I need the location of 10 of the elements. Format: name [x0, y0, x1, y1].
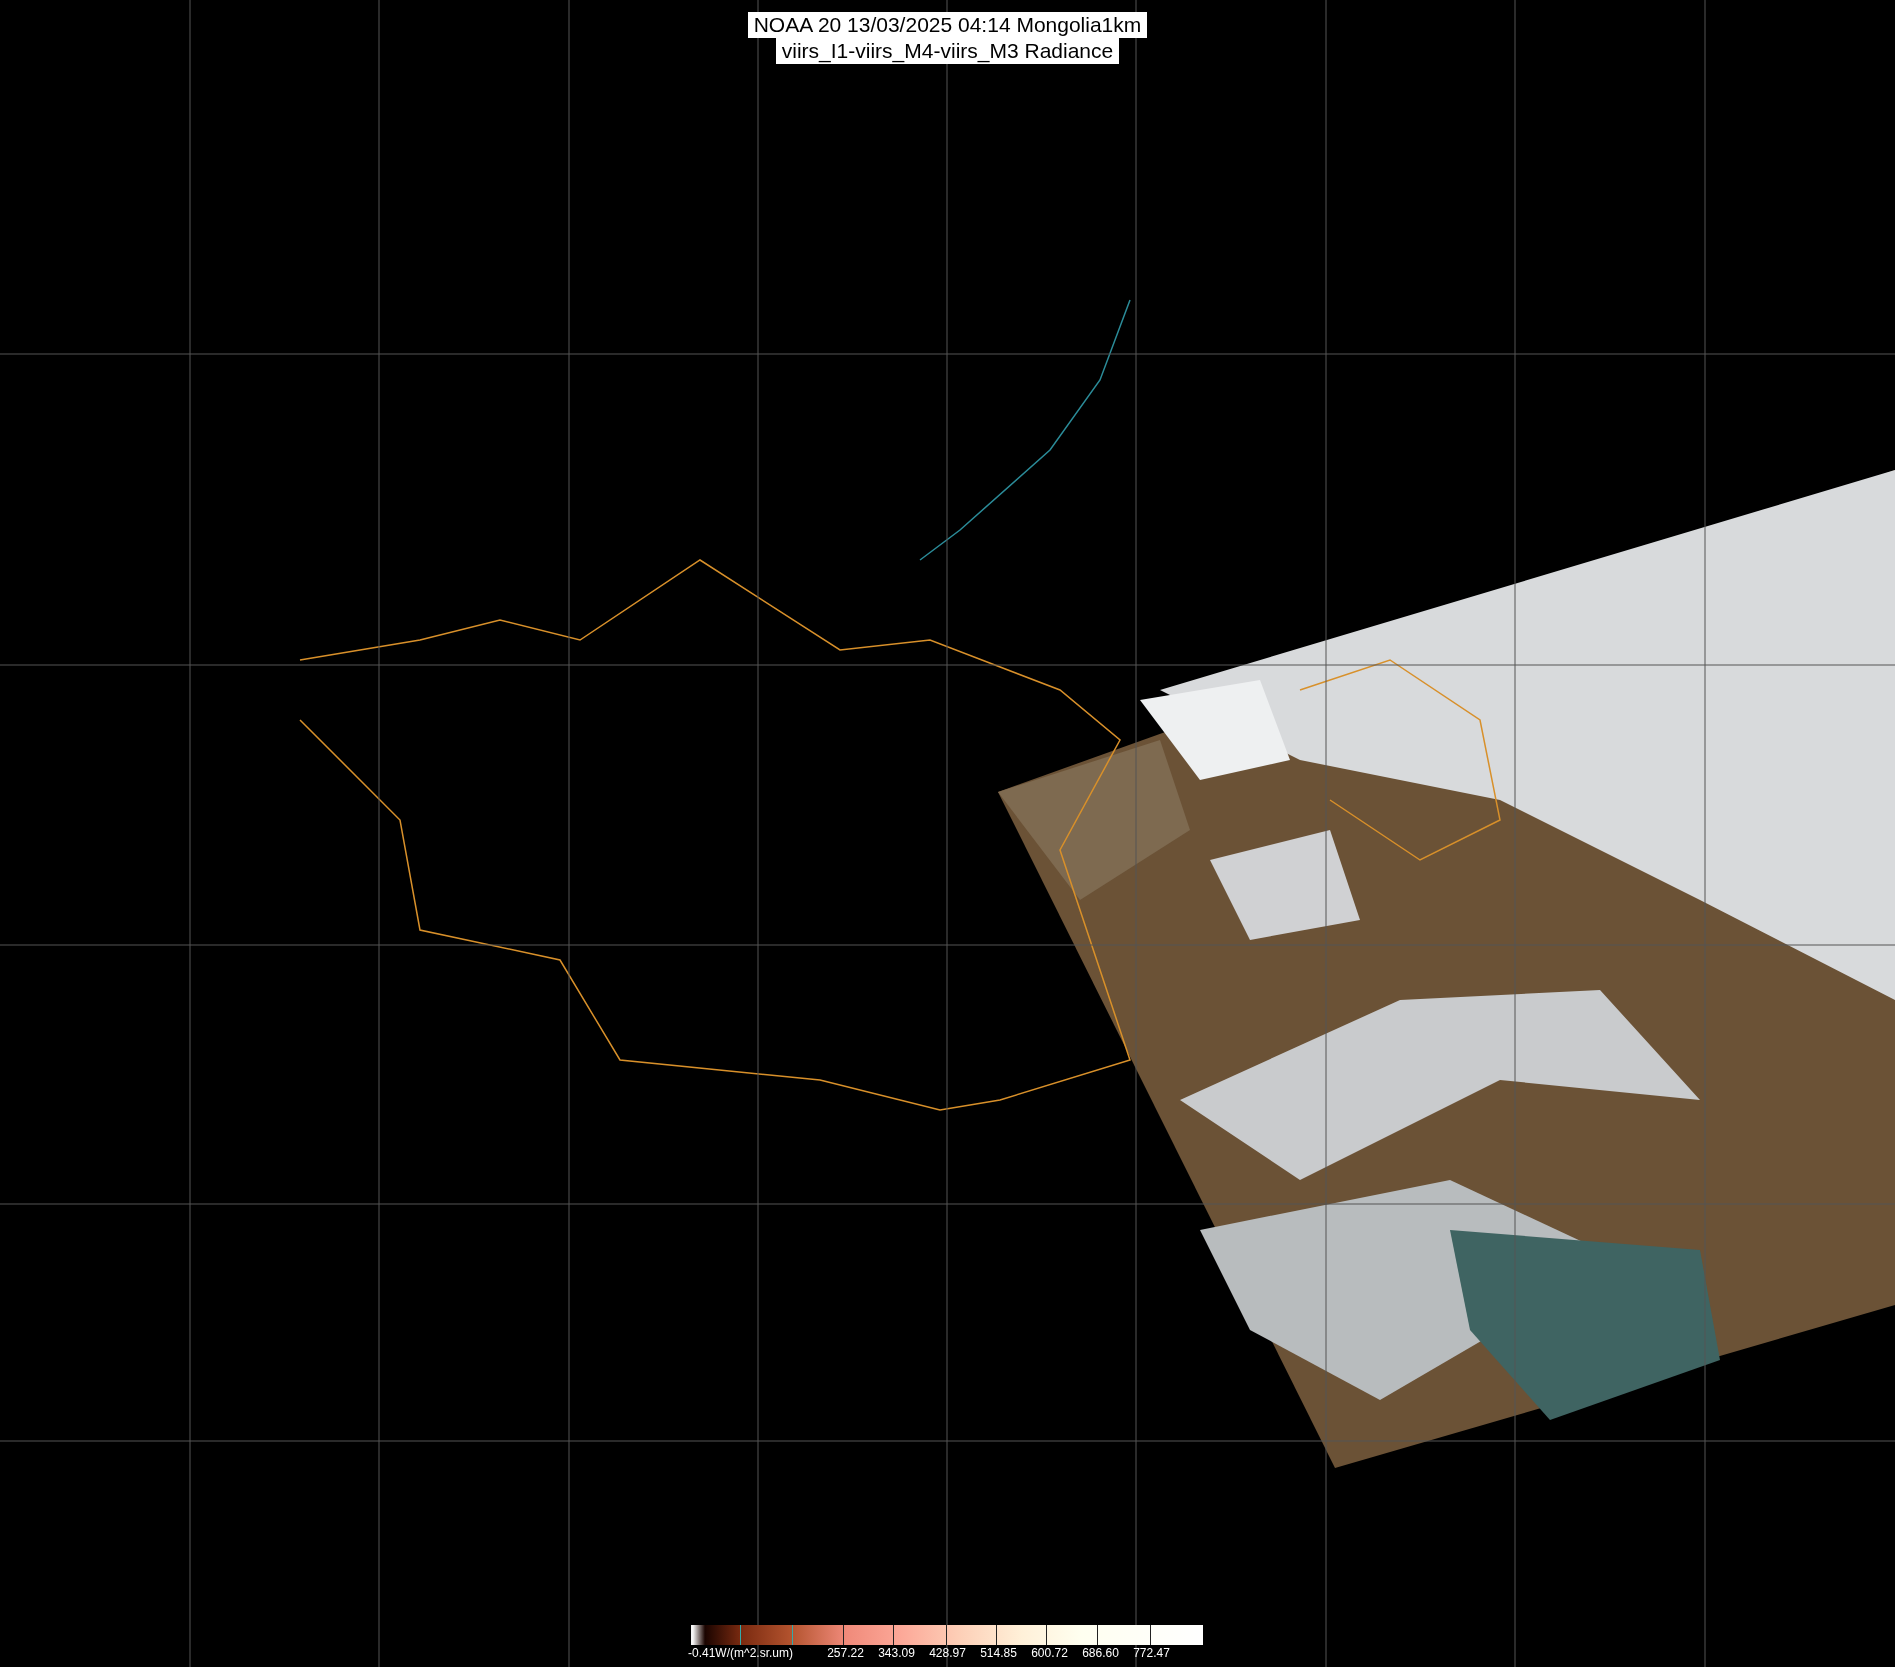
- colorbar-label: 686.60: [1081, 1646, 1120, 1660]
- colorbar-label: 343.09: [877, 1646, 916, 1660]
- colorbar-label: 772.47: [1132, 1646, 1171, 1660]
- image-title: viirs_I1-viirs_M4-viirs_M3 Radiance: [775, 38, 1120, 64]
- image-title: NOAA 20 13/03/2025 04:14 Mongolia1km: [747, 12, 1148, 38]
- colorbar-label: 514.85: [979, 1646, 1018, 1660]
- colorbar-label: -0.41W/(m^2.sr.um): [688, 1646, 794, 1660]
- colorbar-label: 257.22: [826, 1646, 865, 1660]
- colorbar-label: 428.97: [928, 1646, 967, 1660]
- colorbar-label: 600.72: [1030, 1646, 1069, 1660]
